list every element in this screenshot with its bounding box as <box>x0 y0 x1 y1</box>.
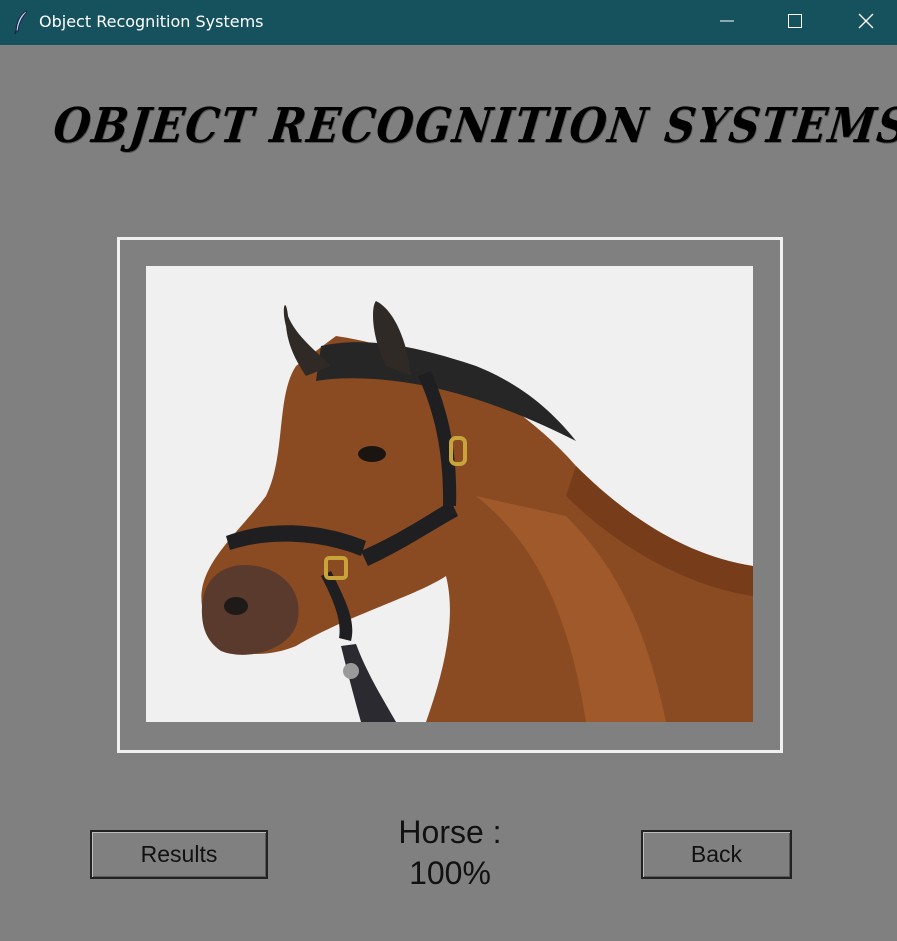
close-button[interactable] <box>836 0 896 45</box>
results-button[interactable]: Results <box>90 830 268 879</box>
app-window: Object Recognition Systems OBJECT RECOGN… <box>0 0 897 941</box>
feather-icon <box>12 9 32 35</box>
close-icon <box>857 12 875 34</box>
app-heading: OBJECT RECOGNITION SYSTEMS <box>50 98 897 154</box>
back-button[interactable]: Back <box>641 830 792 879</box>
window-title: Object Recognition Systems <box>39 12 264 31</box>
horse-image <box>146 266 753 722</box>
prediction-confidence: 100% <box>409 855 491 891</box>
minimize-icon <box>719 13 735 33</box>
prediction-result: Horse : 100% <box>350 812 550 894</box>
maximize-icon <box>787 13 803 33</box>
minimize-button[interactable] <box>697 0 757 45</box>
title-bar: Object Recognition Systems <box>0 0 897 45</box>
prediction-label: Horse : <box>398 814 502 850</box>
maximize-button[interactable] <box>765 0 825 45</box>
